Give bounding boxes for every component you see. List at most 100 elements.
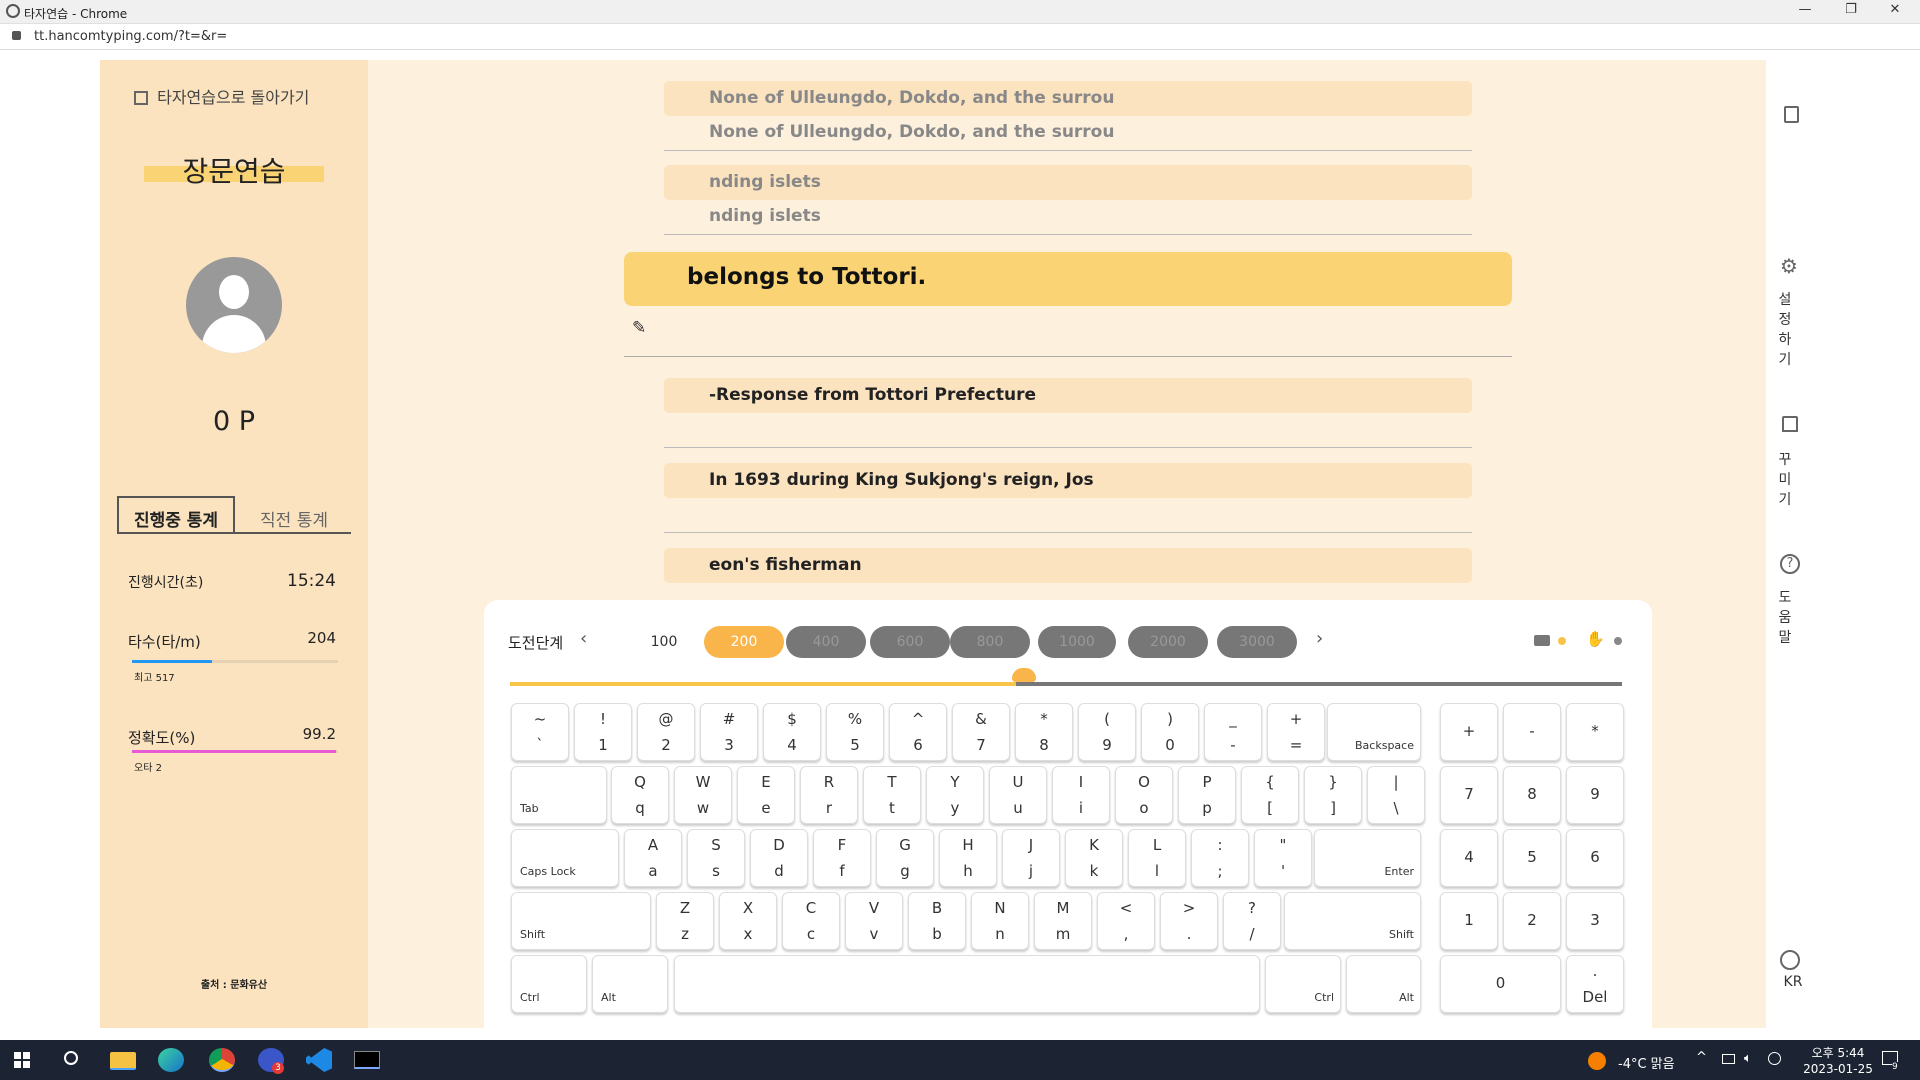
tray-chevron-icon[interactable]: ^ <box>1696 1050 1707 1065</box>
paint-icon[interactable] <box>1782 416 1798 432</box>
level-pill-2000[interactable]: 2000 <box>1128 626 1208 658</box>
start-icon[interactable] <box>14 1052 30 1068</box>
key-l[interactable]: Ll <box>1128 829 1186 887</box>
minimize-icon[interactable]: — <box>1790 2 1820 17</box>
key-[[interactable]: {[ <box>1241 766 1299 824</box>
key-2[interactable]: @2 <box>637 703 695 761</box>
key-7[interactable]: & 7 <box>952 703 1010 761</box>
help-label[interactable]: 도움말 <box>1778 588 1792 648</box>
chevron-left-icon[interactable]: ‹ <box>580 628 587 649</box>
key-n[interactable]: Nn <box>971 892 1029 950</box>
right-alt-key[interactable]: Alt <box>1346 955 1421 1013</box>
key-.[interactable]: >. <box>1160 892 1218 950</box>
level-pill-400[interactable]: 400 <box>786 626 866 658</box>
key-\[interactable]: | \ <box>1367 766 1425 824</box>
key-w[interactable]: Ww <box>674 766 732 824</box>
settings-label[interactable]: 설정하기 <box>1778 290 1792 370</box>
key-j[interactable]: Jj <box>1002 829 1060 887</box>
address-bar[interactable]: tt.hancomtyping.com/?t=&r= <box>0 25 1920 50</box>
key-9[interactable]: (9 <box>1078 703 1136 761</box>
key-10[interactable]: ) 0 <box>1141 703 1199 761</box>
key-4[interactable]: $4 <box>763 703 821 761</box>
numpad-6-key[interactable]: 6 <box>1566 829 1624 887</box>
key-0[interactable]: ~ ` <box>511 703 569 761</box>
vscode-icon[interactable] <box>306 1048 332 1072</box>
level-pill-800[interactable]: 800 <box>950 626 1030 658</box>
numpad-op-key[interactable]: * <box>1566 703 1624 761</box>
level-pill-3000[interactable]: 3000 <box>1217 626 1297 658</box>
tab-previous-stats[interactable]: 직전 통계 <box>237 496 351 534</box>
key-r[interactable]: Rr <box>800 766 858 824</box>
gear-icon[interactable]: ⚙ <box>1780 254 1798 278</box>
weather-text[interactable]: -4°C 맑음 <box>1618 1053 1675 1072</box>
key-m[interactable]: Mm <box>1034 892 1092 950</box>
level-pill-100[interactable]: 100 <box>620 626 708 658</box>
ime-icon[interactable] <box>1768 1052 1781 1065</box>
key-h[interactable]: Hh <box>939 829 997 887</box>
caps-lock-key[interactable]: Caps Lock <box>511 829 619 887</box>
right-ctrl-key[interactable]: Ctrl <box>1265 955 1341 1013</box>
level-pill-200[interactable]: 200 <box>704 626 784 658</box>
url-text[interactable]: tt.hancomtyping.com/?t=&r= <box>34 29 227 44</box>
numpad-3-key[interactable]: 3 <box>1566 892 1624 950</box>
clock-time[interactable]: 오후 5:44 <box>1796 1044 1880 1061</box>
key-12[interactable]: + = <box>1267 703 1325 761</box>
key-u[interactable]: Uu <box>989 766 1047 824</box>
numpad-op-key[interactable]: - <box>1503 703 1561 761</box>
left-ctrl-key[interactable]: Ctrl <box>511 955 587 1013</box>
globe-icon[interactable] <box>1780 950 1800 970</box>
chrome-icon[interactable] <box>209 1048 235 1072</box>
key-o[interactable]: Oo <box>1115 766 1173 824</box>
back-link[interactable]: 타자연습으로 돌아가기 <box>134 84 309 108</box>
hand-icon[interactable]: ✋ <box>1586 630 1605 648</box>
space-key[interactable] <box>674 955 1260 1013</box>
numpad-7-key[interactable]: 7 <box>1440 766 1498 824</box>
edge-icon[interactable] <box>158 1048 184 1072</box>
restore-icon[interactable]: ❐ <box>1836 2 1866 17</box>
backspace-key[interactable]: Backspace <box>1327 703 1421 761</box>
key-y[interactable]: Yy <box>926 766 984 824</box>
key-s[interactable]: Ss <box>687 829 745 887</box>
key-a[interactable]: Aa <box>624 829 682 887</box>
chevron-right-icon[interactable]: › <box>1316 628 1323 649</box>
key-1[interactable]: ! 1 <box>574 703 632 761</box>
search-icon[interactable] <box>64 1051 78 1065</box>
key-'[interactable]: " ' <box>1254 829 1312 887</box>
key-c[interactable]: Cc <box>782 892 840 950</box>
key-e[interactable]: Ee <box>737 766 795 824</box>
numpad-2-key[interactable]: 2 <box>1503 892 1561 950</box>
numpad-1-key[interactable]: 1 <box>1440 892 1498 950</box>
key-i[interactable]: Ii <box>1052 766 1110 824</box>
key-6[interactable]: ^ 6 <box>889 703 947 761</box>
key-x[interactable]: Xx <box>719 892 777 950</box>
numpad-4-key[interactable]: 4 <box>1440 829 1498 887</box>
key-8[interactable]: * 8 <box>1015 703 1073 761</box>
key-5[interactable]: % 5 <box>826 703 884 761</box>
help-icon[interactable]: ? <box>1780 554 1800 574</box>
key-t[interactable]: Tt <box>863 766 921 824</box>
numpad-9-key[interactable]: 9 <box>1566 766 1624 824</box>
numpad-8-key[interactable]: 8 <box>1503 766 1561 824</box>
key-p[interactable]: Pp <box>1178 766 1236 824</box>
file-explorer-icon[interactable] <box>110 1052 136 1070</box>
level-pill-600[interactable]: 600 <box>870 626 950 658</box>
keyboard-icon[interactable] <box>1534 635 1550 646</box>
clock-date[interactable]: 2023-01-25 <box>1796 1062 1880 1076</box>
key-d[interactable]: Dd <box>750 829 808 887</box>
left-shift-key[interactable]: Shift <box>511 892 651 950</box>
key-k[interactable]: Kk <box>1065 829 1123 887</box>
key-3[interactable]: #3 <box>700 703 758 761</box>
numpad-op-key[interactable]: + <box>1440 703 1498 761</box>
network-icon[interactable] <box>1722 1054 1735 1064</box>
key-q[interactable]: Qq <box>611 766 669 824</box>
tab-current-stats[interactable]: 진행중 통계 <box>117 496 235 534</box>
key-,[interactable]: <, <box>1097 892 1155 950</box>
level-pill-1000[interactable]: 1000 <box>1038 626 1116 658</box>
key-][interactable]: }] <box>1304 766 1362 824</box>
language-toggle[interactable]: KR <box>1776 974 1810 990</box>
volume-icon[interactable]: 🔈︎ <box>1744 1051 1752 1066</box>
key-;[interactable]: :; <box>1191 829 1249 887</box>
terminal-icon[interactable] <box>354 1051 380 1069</box>
copy-icon[interactable] <box>1784 106 1799 123</box>
key-v[interactable]: Vv <box>845 892 903 950</box>
